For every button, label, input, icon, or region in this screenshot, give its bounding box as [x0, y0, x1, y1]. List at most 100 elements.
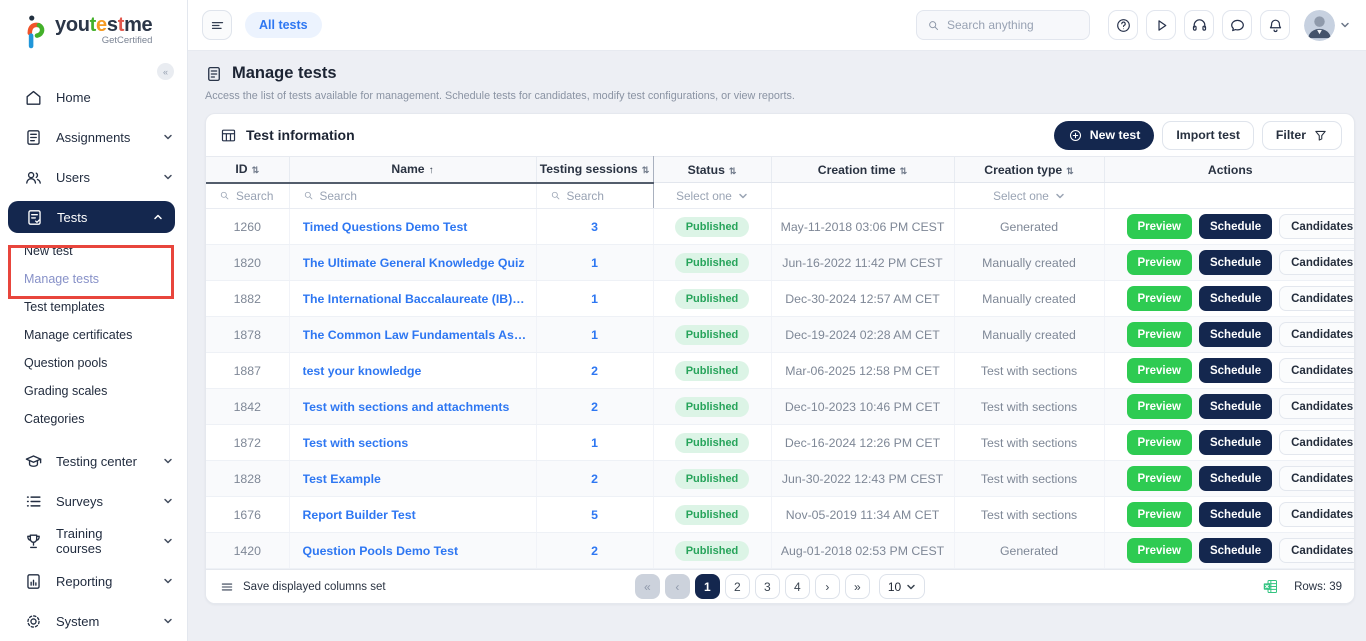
testing-sessions-link[interactable]: 2	[591, 400, 598, 414]
sidebar-collapse-button[interactable]: «	[157, 63, 174, 80]
preview-button[interactable]: Preview	[1127, 394, 1192, 419]
preview-button[interactable]: Preview	[1127, 502, 1192, 527]
preview-button[interactable]: Preview	[1127, 466, 1192, 491]
test-name-link[interactable]: test your knowledge	[303, 364, 536, 378]
breadcrumb[interactable]: All tests	[245, 12, 322, 38]
test-name-link[interactable]: The Ultimate General Knowledge Quiz	[303, 256, 536, 270]
page-button-1[interactable]: 1	[695, 574, 720, 599]
test-name-link[interactable]: Timed Questions Demo Test	[303, 220, 536, 234]
test-name-link[interactable]: The Common Law Fundamentals Assessment	[303, 328, 536, 342]
candidates-button[interactable]: Candidates	[1279, 394, 1355, 419]
testing-sessions-link[interactable]: 1	[591, 436, 598, 450]
preview-button[interactable]: Preview	[1127, 538, 1192, 563]
bell-button[interactable]	[1260, 10, 1290, 40]
schedule-button[interactable]: Schedule	[1199, 322, 1272, 347]
schedule-button[interactable]: Schedule	[1199, 394, 1272, 419]
sidebar-subitem-test-templates[interactable]: Test templates	[0, 293, 187, 321]
first-page-button[interactable]: «	[635, 574, 660, 599]
new-test-button[interactable]: New test	[1054, 121, 1155, 150]
sidebar-subitem-manage-certificates[interactable]: Manage certificates	[0, 321, 187, 349]
schedule-button[interactable]: Schedule	[1199, 214, 1272, 239]
help-button[interactable]	[1108, 10, 1138, 40]
testing-sessions-link[interactable]: 1	[591, 328, 598, 342]
candidates-button[interactable]: Candidates	[1279, 358, 1355, 383]
preview-button[interactable]: Preview	[1127, 286, 1192, 311]
candidates-button[interactable]: Candidates	[1279, 322, 1355, 347]
preview-button[interactable]: Preview	[1127, 250, 1192, 275]
support-button[interactable]	[1184, 10, 1214, 40]
name-filter-input[interactable]	[320, 189, 495, 203]
creation-type-filter-select[interactable]: Select one	[955, 189, 1104, 203]
schedule-button[interactable]: Schedule	[1199, 502, 1272, 527]
column-header-name[interactable]: Name↑	[289, 157, 536, 183]
testing-sessions-link[interactable]: 3	[591, 220, 598, 234]
prev-page-button[interactable]: ‹	[665, 574, 690, 599]
test-name-link[interactable]: Question Pools Demo Test	[303, 544, 536, 558]
sidebar-subitem-grading-scales[interactable]: Grading scales	[0, 377, 187, 405]
sidebar-item-system[interactable]: System	[0, 601, 187, 641]
filter-button[interactable]: Filter	[1262, 121, 1342, 150]
save-columns-button[interactable]: Save displayed columns set	[220, 580, 386, 594]
testing-sessions-link[interactable]: 5	[591, 508, 598, 522]
schedule-button[interactable]: Schedule	[1199, 250, 1272, 275]
sidebar-subitem-new-test[interactable]: New test	[0, 237, 187, 265]
test-name-link[interactable]: Test with sections	[303, 436, 536, 450]
page-button-4[interactable]: 4	[785, 574, 810, 599]
sidebar-item-training-courses[interactable]: Training courses	[0, 521, 187, 561]
page-button-3[interactable]: 3	[755, 574, 780, 599]
test-name-link[interactable]: Report Builder Test	[303, 508, 536, 522]
candidates-button[interactable]: Candidates	[1279, 250, 1355, 275]
preview-button[interactable]: Preview	[1127, 322, 1192, 347]
testing-sessions-link[interactable]: 2	[591, 544, 598, 558]
last-page-button[interactable]: »	[845, 574, 870, 599]
global-search-input[interactable]	[947, 18, 1072, 32]
column-header-creation-type[interactable]: Creation type⇅	[954, 157, 1104, 183]
test-name-link[interactable]: Test with sections and attachments	[303, 400, 536, 414]
sidebar-item-reporting[interactable]: Reporting	[0, 561, 187, 601]
excel-export-icon[interactable]	[1262, 578, 1279, 595]
preview-button[interactable]: Preview	[1127, 358, 1192, 383]
menu-toggle-button[interactable]	[202, 10, 232, 40]
page-button-2[interactable]: 2	[725, 574, 750, 599]
testing-sessions-filter-input[interactable]	[567, 189, 644, 203]
schedule-button[interactable]: Schedule	[1199, 466, 1272, 491]
schedule-button[interactable]: Schedule	[1199, 358, 1272, 383]
schedule-button[interactable]: Schedule	[1199, 286, 1272, 311]
sidebar-item-users[interactable]: Users	[0, 157, 187, 197]
schedule-button[interactable]: Schedule	[1199, 538, 1272, 563]
candidates-button[interactable]: Candidates	[1279, 286, 1355, 311]
sidebar-item-home[interactable]: Home	[0, 77, 187, 117]
sidebar-item-assignments[interactable]: Assignments	[0, 117, 187, 157]
sidebar-subitem-manage-tests[interactable]: Manage tests	[0, 265, 187, 293]
candidates-button[interactable]: Candidates	[1279, 538, 1355, 563]
testing-sessions-link[interactable]: 2	[591, 472, 598, 486]
candidates-button[interactable]: Candidates	[1279, 502, 1355, 527]
chat-button[interactable]	[1222, 10, 1252, 40]
page-size-select[interactable]: 10	[879, 574, 925, 599]
column-header-status[interactable]: Status⇅	[653, 157, 771, 183]
status-filter-select[interactable]: Select one	[654, 189, 771, 203]
sidebar-item-tests[interactable]: Tests	[8, 201, 175, 233]
id-filter-input[interactable]	[236, 189, 288, 203]
column-header-testing-sessions[interactable]: Testing sessions⇅	[536, 157, 653, 183]
sidebar-item-surveys[interactable]: Surveys	[0, 481, 187, 521]
candidates-button[interactable]: Candidates	[1279, 214, 1355, 239]
candidates-button[interactable]: Candidates	[1279, 466, 1355, 491]
sidebar-subitem-categories[interactable]: Categories	[0, 405, 187, 433]
import-test-button[interactable]: Import test	[1162, 121, 1254, 150]
testing-sessions-link[interactable]: 1	[591, 256, 598, 270]
sidebar-item-testing-center[interactable]: Testing center	[0, 441, 187, 481]
preview-button[interactable]: Preview	[1127, 430, 1192, 455]
testing-sessions-link[interactable]: 2	[591, 364, 598, 378]
column-header-creation-time[interactable]: Creation time⇅	[771, 157, 954, 183]
preview-button[interactable]: Preview	[1127, 214, 1192, 239]
next-page-button[interactable]: ›	[815, 574, 840, 599]
candidates-button[interactable]: Candidates	[1279, 430, 1355, 455]
test-name-link[interactable]: The International Baccalaureate (IB) Ext…	[303, 292, 536, 306]
test-name-link[interactable]: Test Example	[303, 472, 536, 486]
play-button[interactable]	[1146, 10, 1176, 40]
testing-sessions-link[interactable]: 1	[591, 292, 598, 306]
schedule-button[interactable]: Schedule	[1199, 430, 1272, 455]
sidebar-subitem-question-pools[interactable]: Question pools	[0, 349, 187, 377]
user-menu[interactable]	[1304, 10, 1350, 41]
